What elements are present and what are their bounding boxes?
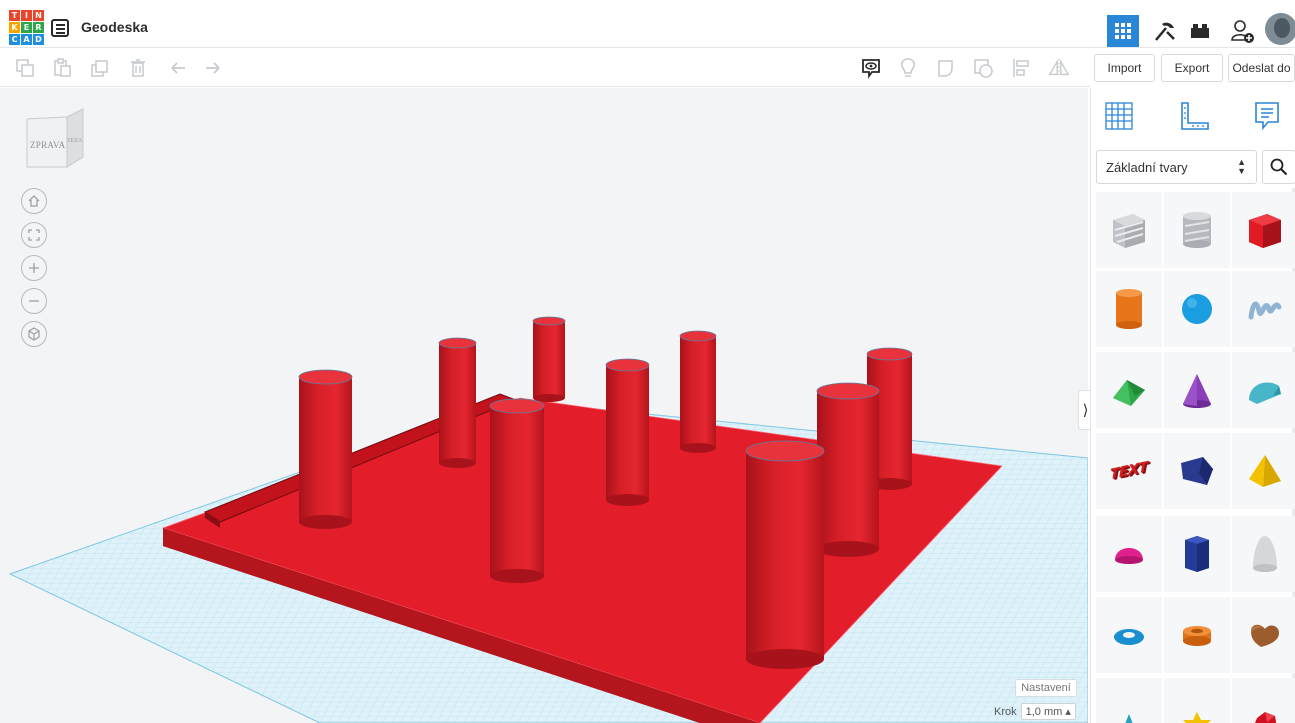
- edit-toolbar: [0, 49, 1090, 87]
- logo-letter: N: [33, 10, 44, 21]
- ortho-view-icon[interactable]: [21, 321, 47, 347]
- workplane-viewport[interactable]: ZPRAVA ZEZADU: [0, 88, 1088, 723]
- shape-text[interactable]: TEXT: [1096, 433, 1162, 509]
- zoom-out-icon[interactable]: [21, 288, 47, 314]
- viewcube-side-label[interactable]: ZEZADU: [67, 138, 83, 144]
- shapes-panel: Základní tvary ▲ ▼ TEXT: [1090, 88, 1295, 723]
- snap-label: Krok: [994, 705, 1017, 718]
- chevron-right-icon: ⟩: [1082, 402, 1089, 419]
- logo-letter: K: [9, 22, 20, 33]
- viewcube-front-label[interactable]: ZPRAVA: [30, 140, 65, 150]
- delete-icon[interactable]: [127, 57, 149, 79]
- redo-icon[interactable]: [202, 57, 224, 79]
- cylinder-shape[interactable]: [679, 330, 717, 453]
- shape-roof[interactable]: [1096, 352, 1162, 428]
- copy-icon[interactable]: [14, 57, 36, 79]
- shape-library-select[interactable]: Základní tvary ▲ ▼: [1096, 150, 1257, 184]
- logo-letter: R: [33, 22, 44, 33]
- shape-cone[interactable]: [1164, 352, 1230, 428]
- logo-letter: E: [21, 22, 32, 33]
- export-button[interactable]: Export: [1161, 54, 1223, 82]
- cylinder-shape[interactable]: [298, 369, 353, 529]
- codeblocks-icon[interactable]: [1149, 15, 1181, 47]
- shape-sphere[interactable]: [1164, 271, 1230, 347]
- snap-grid-control[interactable]: Krok 1,0 mm ▴: [994, 703, 1076, 720]
- shape-heart[interactable]: [1232, 597, 1295, 673]
- shape-torus[interactable]: [1096, 597, 1162, 673]
- select-arrows-icon: ▲ ▼: [1237, 157, 1246, 176]
- settings-button[interactable]: Nastavení: [1015, 679, 1077, 697]
- shape-star-6[interactable]: [1164, 678, 1230, 723]
- paste-icon[interactable]: [51, 57, 73, 79]
- scene-canvas[interactable]: [0, 88, 1088, 723]
- design-menu-icon[interactable]: [51, 19, 69, 37]
- shape-cylinder-hole[interactable]: [1164, 192, 1230, 268]
- shape-box-hole[interactable]: [1096, 192, 1162, 268]
- cylinder-shape[interactable]: [438, 337, 477, 468]
- mirror-icon[interactable]: [1048, 57, 1070, 79]
- avatar[interactable]: [1265, 13, 1295, 45]
- logo-letter: A: [21, 34, 32, 45]
- ruler-icon[interactable]: [1177, 98, 1213, 134]
- shape-scribble[interactable]: [1232, 271, 1295, 347]
- light-bulb-icon[interactable]: [897, 57, 919, 79]
- search-icon[interactable]: [1262, 150, 1295, 184]
- bricks-icon[interactable]: [1184, 15, 1216, 47]
- cylinder-shape[interactable]: [816, 382, 880, 557]
- shape-round-roof[interactable]: [1232, 352, 1295, 428]
- logo-letter: D: [33, 34, 44, 45]
- logo-letter: I: [21, 10, 32, 21]
- cylinder-shape[interactable]: [489, 398, 545, 583]
- align-icon[interactable]: [1010, 57, 1032, 79]
- shape-cylinder[interactable]: [1096, 271, 1162, 347]
- shape-polygon[interactable]: [1164, 516, 1230, 592]
- ungroup-icon[interactable]: [973, 57, 995, 79]
- home-view-icon[interactable]: [21, 188, 47, 214]
- snap-value-select[interactable]: 1,0 mm ▴: [1020, 703, 1076, 720]
- shape-tube[interactable]: [1164, 597, 1230, 673]
- logo-letter: T: [9, 10, 20, 21]
- cylinder-shape[interactable]: [745, 440, 825, 669]
- shape-half-sphere[interactable]: [1096, 516, 1162, 592]
- notes-panel-icon[interactable]: [1249, 98, 1285, 134]
- shape-paraboloid[interactable]: [1232, 516, 1295, 592]
- shape-wedge[interactable]: [1164, 433, 1230, 509]
- 3d-design-icon[interactable]: [1107, 15, 1139, 47]
- design-title[interactable]: Geodeska: [81, 19, 148, 35]
- workplane-icon[interactable]: [1101, 98, 1137, 134]
- fit-all-icon[interactable]: [21, 222, 47, 248]
- send-to-button[interactable]: Odeslat do: [1228, 54, 1295, 82]
- shape-gem[interactable]: [1232, 678, 1295, 723]
- undo-icon[interactable]: [167, 57, 189, 79]
- duplicate-icon[interactable]: [89, 57, 111, 79]
- logo-letter: C: [9, 34, 20, 45]
- top-bar: T I N K E R C A D Geodeska: [0, 10, 1295, 48]
- shape-library-label: Základní tvary: [1106, 159, 1188, 175]
- cylinder-shape[interactable]: [532, 316, 566, 402]
- group-icon[interactable]: [936, 57, 958, 79]
- tinkercad-logo[interactable]: T I N K E R C A D: [9, 10, 44, 45]
- invite-user-icon[interactable]: [1226, 15, 1258, 47]
- shape-box[interactable]: [1232, 192, 1295, 268]
- zoom-in-icon[interactable]: [21, 255, 47, 281]
- import-button[interactable]: Import: [1094, 54, 1155, 82]
- view-cube[interactable]: ZPRAVA ZEZADU: [23, 105, 87, 175]
- snap-value: 1,0 mm: [1025, 706, 1063, 718]
- shape-pyramid[interactable]: [1232, 433, 1295, 509]
- text-shape-label: TEXT: [1110, 459, 1148, 483]
- cylinder-shape[interactable]: [605, 358, 650, 506]
- notes-icon[interactable]: [860, 57, 882, 79]
- shape-star[interactable]: [1096, 678, 1162, 723]
